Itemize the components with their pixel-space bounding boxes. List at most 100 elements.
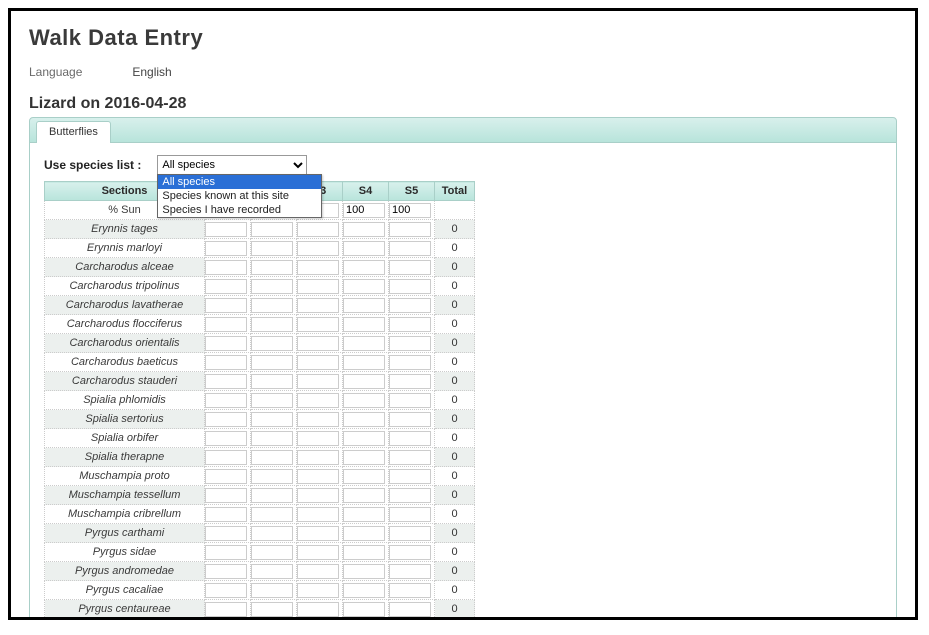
count-input[interactable] [205, 298, 247, 313]
count-input[interactable] [389, 279, 431, 294]
count-input[interactable] [251, 602, 293, 617]
count-input[interactable] [343, 602, 385, 617]
count-input[interactable] [251, 488, 293, 503]
count-input[interactable] [205, 602, 247, 617]
count-input[interactable] [343, 336, 385, 351]
count-input[interactable] [205, 564, 247, 579]
count-input[interactable] [297, 298, 339, 313]
count-input[interactable] [205, 374, 247, 389]
count-input[interactable] [297, 241, 339, 256]
count-input[interactable] [389, 526, 431, 541]
count-input[interactable] [205, 317, 247, 332]
count-input[interactable] [389, 317, 431, 332]
count-input[interactable] [389, 222, 431, 237]
count-input[interactable] [205, 450, 247, 465]
count-input[interactable] [205, 431, 247, 446]
count-input[interactable] [389, 564, 431, 579]
tab-butterflies[interactable]: Butterflies [36, 121, 111, 143]
count-input[interactable] [389, 488, 431, 503]
count-input[interactable] [389, 260, 431, 275]
species-option-recorded[interactable]: Species I have recorded [158, 203, 321, 217]
count-input[interactable] [251, 526, 293, 541]
count-input[interactable] [297, 355, 339, 370]
count-input[interactable] [205, 469, 247, 484]
count-input[interactable] [389, 412, 431, 427]
species-option-known[interactable]: Species known at this site [158, 189, 321, 203]
count-input[interactable] [343, 279, 385, 294]
count-input[interactable] [343, 564, 385, 579]
count-input[interactable] [297, 450, 339, 465]
count-input[interactable] [251, 545, 293, 560]
count-input[interactable] [297, 431, 339, 446]
count-input[interactable] [251, 222, 293, 237]
count-input[interactable] [389, 336, 431, 351]
count-input[interactable] [343, 469, 385, 484]
count-input[interactable] [251, 507, 293, 522]
count-input[interactable] [205, 355, 247, 370]
count-input[interactable] [297, 374, 339, 389]
count-input[interactable] [205, 507, 247, 522]
count-input[interactable] [251, 260, 293, 275]
count-input[interactable] [389, 507, 431, 522]
count-input[interactable] [251, 431, 293, 446]
count-input[interactable] [251, 450, 293, 465]
count-input[interactable] [389, 450, 431, 465]
count-input[interactable] [389, 355, 431, 370]
count-input[interactable] [205, 222, 247, 237]
count-input[interactable] [343, 260, 385, 275]
count-input[interactable] [389, 469, 431, 484]
species-select[interactable]: All species [157, 155, 307, 175]
count-input[interactable] [343, 355, 385, 370]
count-input[interactable] [343, 450, 385, 465]
count-input[interactable] [343, 374, 385, 389]
count-input[interactable] [343, 203, 385, 218]
count-input[interactable] [389, 583, 431, 598]
count-input[interactable] [251, 241, 293, 256]
count-input[interactable] [251, 469, 293, 484]
count-input[interactable] [297, 260, 339, 275]
count-input[interactable] [251, 336, 293, 351]
count-input[interactable] [297, 412, 339, 427]
count-input[interactable] [297, 564, 339, 579]
count-input[interactable] [297, 393, 339, 408]
count-input[interactable] [205, 412, 247, 427]
count-input[interactable] [205, 336, 247, 351]
count-input[interactable] [205, 393, 247, 408]
count-input[interactable] [297, 279, 339, 294]
count-input[interactable] [297, 507, 339, 522]
count-input[interactable] [205, 488, 247, 503]
count-input[interactable] [389, 374, 431, 389]
count-input[interactable] [205, 526, 247, 541]
count-input[interactable] [389, 545, 431, 560]
count-input[interactable] [343, 222, 385, 237]
count-input[interactable] [205, 583, 247, 598]
count-input[interactable] [251, 317, 293, 332]
count-input[interactable] [297, 488, 339, 503]
count-input[interactable] [343, 431, 385, 446]
count-input[interactable] [251, 412, 293, 427]
count-input[interactable] [251, 564, 293, 579]
count-input[interactable] [343, 241, 385, 256]
count-input[interactable] [343, 488, 385, 503]
count-input[interactable] [389, 203, 431, 218]
count-input[interactable] [251, 374, 293, 389]
count-input[interactable] [205, 241, 247, 256]
count-input[interactable] [297, 317, 339, 332]
count-input[interactable] [251, 393, 293, 408]
count-input[interactable] [297, 222, 339, 237]
count-input[interactable] [343, 317, 385, 332]
count-input[interactable] [389, 431, 431, 446]
species-option-all[interactable]: All species [158, 175, 321, 189]
count-input[interactable] [297, 602, 339, 617]
count-input[interactable] [205, 545, 247, 560]
count-input[interactable] [343, 507, 385, 522]
count-input[interactable] [389, 241, 431, 256]
count-input[interactable] [343, 526, 385, 541]
count-input[interactable] [389, 393, 431, 408]
count-input[interactable] [343, 393, 385, 408]
count-input[interactable] [297, 336, 339, 351]
count-input[interactable] [343, 583, 385, 598]
count-input[interactable] [297, 545, 339, 560]
count-input[interactable] [343, 412, 385, 427]
count-input[interactable] [297, 526, 339, 541]
